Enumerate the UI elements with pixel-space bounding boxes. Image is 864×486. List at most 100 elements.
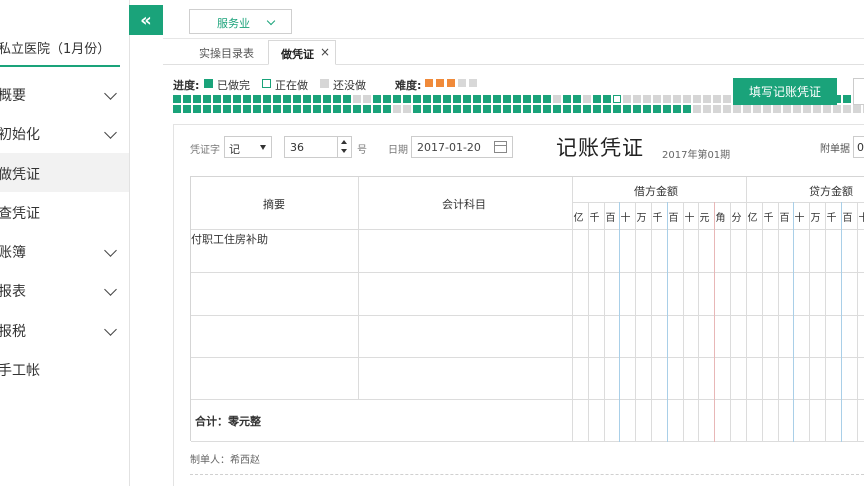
progress-cell-todo[interactable] <box>643 95 651 103</box>
progress-cell-done[interactable] <box>543 95 551 103</box>
progress-cell-done[interactable] <box>293 105 301 113</box>
progress-cell-todo[interactable] <box>793 105 801 113</box>
stepper-buttons[interactable] <box>337 137 351 157</box>
progress-cell-todo[interactable] <box>743 105 751 113</box>
sidebar-item-3[interactable]: 查凭证 <box>0 192 129 231</box>
progress-cell-done[interactable] <box>263 105 271 113</box>
progress-cell-done[interactable] <box>283 95 291 103</box>
progress-cell-done[interactable] <box>303 105 311 113</box>
progress-cell-todo[interactable] <box>403 105 411 113</box>
sidebar-item-1[interactable]: 初始化 <box>0 113 129 152</box>
progress-cell-done[interactable] <box>203 105 211 113</box>
progress-cell-done[interactable] <box>373 105 381 113</box>
progress-cell-done[interactable] <box>313 105 321 113</box>
progress-cell-done[interactable] <box>403 95 411 103</box>
row-1-summary[interactable]: 付职工住房补助 <box>191 231 268 247</box>
progress-cell-done[interactable] <box>463 105 471 113</box>
progress-cell-done[interactable] <box>253 95 261 103</box>
sidebar-item-5[interactable]: 报表 <box>0 270 129 309</box>
progress-cell-done[interactable] <box>333 95 341 103</box>
progress-cell-todo[interactable] <box>713 105 721 113</box>
progress-cell-done[interactable] <box>233 95 241 103</box>
progress-cell-done[interactable] <box>233 105 241 113</box>
progress-cell-done[interactable] <box>183 95 191 103</box>
progress-cell-done[interactable] <box>513 105 521 113</box>
progress-cell-done[interactable] <box>583 105 591 113</box>
progress-cell-todo[interactable] <box>693 95 701 103</box>
progress-cell-done[interactable] <box>523 105 531 113</box>
progress-cell-todo[interactable] <box>393 105 401 113</box>
voucher-number-stepper[interactable]: 36 <box>284 136 352 158</box>
progress-cell-done[interactable] <box>363 105 371 113</box>
secondary-button[interactable] <box>853 78 864 105</box>
progress-cell-done[interactable] <box>543 105 551 113</box>
collapse-sidebar-button[interactable]: « <box>129 5 163 35</box>
progress-cell-todo[interactable] <box>353 95 361 103</box>
progress-cell-todo[interactable] <box>583 95 591 103</box>
progress-cell-done[interactable] <box>443 105 451 113</box>
progress-cell-done[interactable] <box>183 105 191 113</box>
fill-voucher-button[interactable]: 填写记账凭证 <box>733 78 837 105</box>
progress-cell-done[interactable] <box>293 95 301 103</box>
progress-cell-todo[interactable] <box>723 95 731 103</box>
progress-cell-done[interactable] <box>323 105 331 113</box>
sidebar-item-6[interactable]: 报税 <box>0 310 129 349</box>
sidebar-item-4[interactable]: 账簿 <box>0 231 129 270</box>
progress-cell-done[interactable] <box>663 105 671 113</box>
progress-cell-todo[interactable] <box>553 95 561 103</box>
progress-cell-done[interactable] <box>423 105 431 113</box>
progress-cell-done[interactable] <box>353 105 361 113</box>
progress-cell-done[interactable] <box>513 95 521 103</box>
progress-cell-done[interactable] <box>563 95 571 103</box>
progress-cell-done[interactable] <box>423 95 431 103</box>
progress-cell-done[interactable] <box>463 95 471 103</box>
progress-cell-done[interactable] <box>573 105 581 113</box>
caret-down-icon[interactable] <box>341 149 347 153</box>
progress-cell-done[interactable] <box>433 105 441 113</box>
progress-cell-done[interactable] <box>383 105 391 113</box>
progress-cell-done[interactable] <box>503 95 511 103</box>
progress-cell-todo[interactable] <box>803 105 811 113</box>
progress-cell-todo[interactable] <box>693 105 701 113</box>
progress-cell-done[interactable] <box>503 105 511 113</box>
progress-cell-done[interactable] <box>343 95 351 103</box>
progress-cell-done[interactable] <box>593 105 601 113</box>
progress-cell-done[interactable] <box>273 105 281 113</box>
progress-cell-done[interactable] <box>433 95 441 103</box>
date-input[interactable]: 2017-01-20 <box>411 136 513 158</box>
progress-cell-done[interactable] <box>333 105 341 113</box>
progress-cell-done[interactable] <box>193 95 201 103</box>
progress-cell-done[interactable] <box>213 105 221 113</box>
progress-cell-todo[interactable] <box>673 95 681 103</box>
progress-cell-done[interactable] <box>173 95 181 103</box>
progress-cell-done[interactable] <box>673 105 681 113</box>
progress-cell-todo[interactable] <box>633 95 641 103</box>
progress-cell-todo[interactable] <box>773 105 781 113</box>
progress-cell-todo[interactable] <box>833 105 841 113</box>
progress-cell-done[interactable] <box>223 105 231 113</box>
progress-cell-done[interactable] <box>483 105 491 113</box>
progress-cell-done[interactable] <box>643 105 651 113</box>
progress-cell-todo[interactable] <box>713 95 721 103</box>
progress-cell-done[interactable] <box>453 95 461 103</box>
progress-cell-done[interactable] <box>563 105 571 113</box>
progress-cell-todo[interactable] <box>843 105 851 113</box>
progress-cell-done[interactable] <box>593 95 601 103</box>
progress-cell-done[interactable] <box>343 105 351 113</box>
sidebar-item-7[interactable]: 手工帐 <box>0 349 129 388</box>
progress-cell-done[interactable] <box>273 95 281 103</box>
sidebar-item-0[interactable]: 概要 <box>0 74 129 113</box>
progress-cell-done[interactable] <box>603 95 611 103</box>
progress-cell-done[interactable] <box>413 95 421 103</box>
progress-cell-done[interactable] <box>173 105 181 113</box>
progress-cell-done[interactable] <box>193 105 201 113</box>
progress-cell-done[interactable] <box>493 95 501 103</box>
progress-cell-todo[interactable] <box>663 95 671 103</box>
progress-cell-done[interactable] <box>413 105 421 113</box>
progress-cell-todo[interactable] <box>783 105 791 113</box>
progress-cell-done[interactable] <box>383 95 391 103</box>
progress-cell-current[interactable] <box>613 95 621 103</box>
progress-cell-todo[interactable] <box>623 95 631 103</box>
progress-cell-done[interactable] <box>573 95 581 103</box>
progress-cell-done[interactable] <box>523 95 531 103</box>
